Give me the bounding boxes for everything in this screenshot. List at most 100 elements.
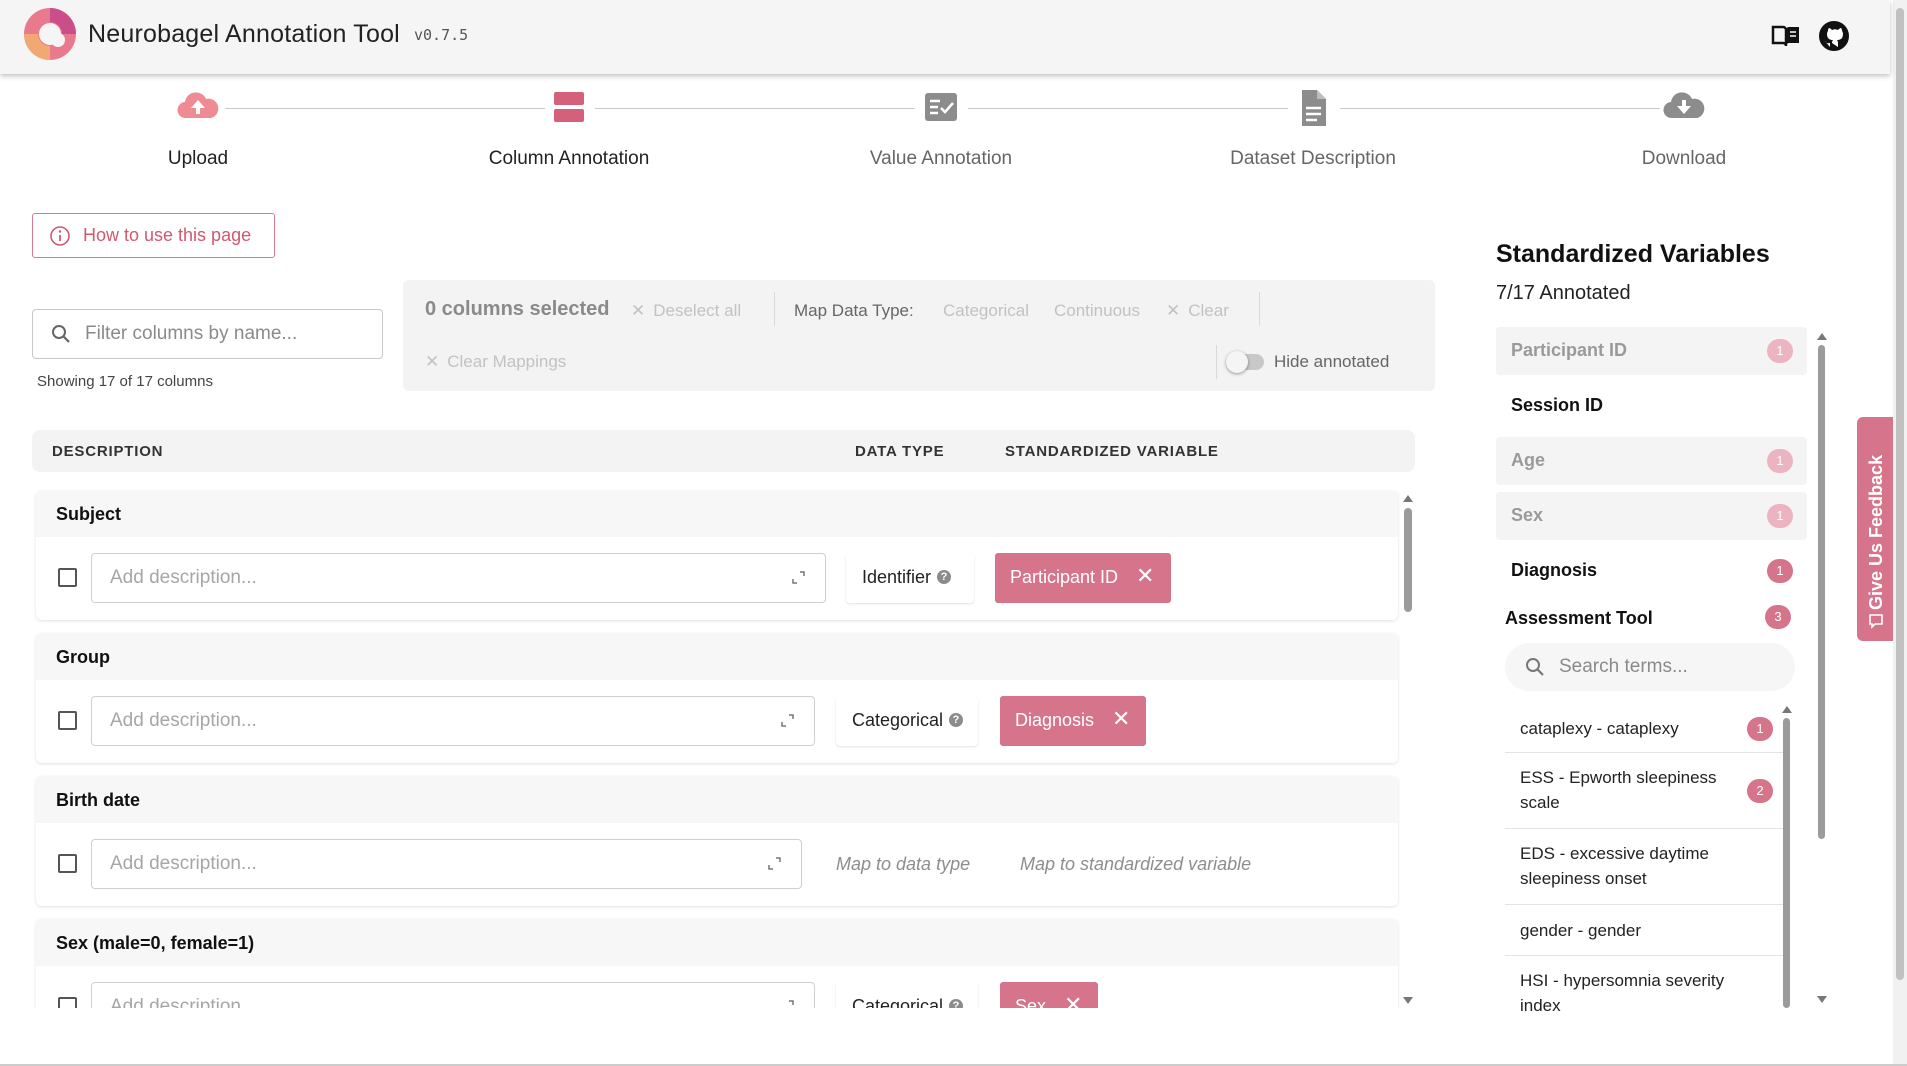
assessment-tool-label[interactable]: Assessment Tool — [1505, 608, 1653, 629]
column-name: Birth date — [36, 776, 1398, 823]
selected-count: 0 columns selected — [425, 298, 610, 320]
table-scrollbar[interactable] — [1404, 508, 1412, 612]
list-item[interactable]: EDS - excessive daytime sleepiness onset — [1505, 829, 1785, 905]
description-placeholder: Add description... — [110, 567, 257, 588]
remove-icon[interactable]: ✕ — [1112, 708, 1130, 746]
docs-book-icon[interactable] — [1770, 20, 1802, 52]
variable-participant-id[interactable]: Participant ID 1 — [1496, 327, 1807, 375]
scroll-up-arrow[interactable] — [1403, 495, 1413, 502]
list-item[interactable]: ESS - Epworth sleepiness scale 2 — [1505, 753, 1785, 829]
checklist-icon — [925, 93, 957, 121]
toggle-switch[interactable] — [1226, 351, 1264, 373]
row-checkbox[interactable] — [58, 854, 77, 873]
scroll-down-arrow[interactable] — [1403, 997, 1413, 1004]
row-checkbox[interactable] — [58, 568, 77, 587]
deselect-all-button[interactable]: ✕ Deselect all — [631, 301, 741, 321]
close-icon: ✕ — [631, 301, 646, 320]
description-field[interactable]: Add description... — [91, 982, 815, 1008]
help-icon[interactable]: ? — [937, 570, 952, 584]
term-label: ESS - Epworth sleepiness scale — [1520, 768, 1717, 812]
variable-label: Participant ID — [1511, 340, 1628, 360]
close-icon: ✕ — [1166, 301, 1181, 320]
data-type-chip[interactable]: Categorical ? — [836, 696, 978, 746]
categorical-button[interactable]: Categorical — [943, 301, 1029, 321]
expand-icon[interactable] — [792, 571, 805, 584]
table-header: DESCRIPTION DATA TYPE STANDARDIZED VARIA… — [32, 430, 1415, 472]
row-checkbox[interactable] — [58, 997, 77, 1008]
data-type-chip[interactable]: Categorical ? — [836, 982, 978, 1008]
description-field[interactable]: Add description... — [91, 839, 802, 889]
data-type-chip[interactable]: Identifier ? — [846, 553, 974, 603]
stepper: Upload Column Annotation Value Annotatio… — [0, 78, 1890, 188]
terms-scrollbar[interactable] — [1783, 718, 1790, 1008]
scroll-up-arrow[interactable] — [1817, 333, 1827, 340]
step-download[interactable]: Download — [1534, 86, 1834, 170]
clear-mappings-button[interactable]: ✕ Clear Mappings — [425, 352, 566, 372]
standardized-variable-chip[interactable]: Participant ID ✕ — [995, 553, 1171, 603]
feedback-icon — [1869, 614, 1883, 629]
divider — [1216, 345, 1217, 379]
variable-sex[interactable]: Sex 1 — [1496, 492, 1807, 540]
info-icon — [50, 225, 70, 246]
count-badge: 2 — [1747, 778, 1773, 803]
col-header-standardized-variable: STANDARDIZED VARIABLE — [1005, 443, 1219, 460]
map-data-type-placeholder[interactable]: Map to data type — [836, 854, 970, 875]
help-icon[interactable]: ? — [949, 999, 964, 1008]
panel-scrollbar[interactable] — [1818, 345, 1825, 839]
how-to-use-button[interactable]: How to use this page — [32, 213, 275, 258]
data-type-label: Categorical — [852, 710, 944, 730]
list-item[interactable]: gender - gender — [1505, 905, 1785, 956]
description-field[interactable]: Add description... — [91, 696, 815, 746]
remove-icon[interactable]: ✕ — [1136, 565, 1154, 603]
standardized-variable-chip[interactable]: Diagnosis ✕ — [1000, 696, 1146, 746]
page-scrollbar[interactable] — [1893, 0, 1907, 1066]
close-icon: ✕ — [425, 352, 440, 371]
feedback-label[interactable]: Give Us Feedback — [1866, 455, 1887, 610]
step-upload[interactable]: Upload — [48, 86, 348, 170]
how-to-use-label: How to use this page — [83, 225, 252, 245]
filter-columns-field[interactable] — [32, 309, 383, 359]
expand-icon[interactable] — [781, 714, 794, 727]
count-badge: 1 — [1767, 559, 1793, 583]
variable-label: Sex — [1511, 505, 1544, 525]
variable-age[interactable]: Age 1 — [1496, 437, 1807, 485]
term-search-input[interactable] — [1559, 656, 1779, 678]
step-dataset-description[interactable]: Dataset Description — [1163, 86, 1463, 170]
clear-button[interactable]: ✕ Clear — [1166, 301, 1229, 321]
term-label: HSI - hypersomnia severity index — [1520, 971, 1725, 1011]
variable-label: Session ID — [1511, 395, 1604, 415]
data-type-label: Identifier — [862, 567, 932, 587]
variable-label: Diagnosis — [1511, 560, 1598, 580]
hide-annotated-toggle[interactable]: Hide annotated — [1226, 351, 1389, 373]
list-item[interactable]: cataplexy - cataplexy 1 — [1505, 705, 1785, 753]
term-label: gender - gender — [1520, 921, 1641, 940]
scroll-down-arrow[interactable] — [1817, 996, 1827, 1003]
term-label: cataplexy - cataplexy — [1520, 719, 1679, 738]
neurobagel-logo — [24, 8, 76, 60]
search-icon — [1526, 658, 1544, 676]
page-scrollbar-thumb[interactable] — [1896, 8, 1904, 980]
map-standardized-variable-placeholder[interactable]: Map to standardized variable — [1020, 854, 1251, 875]
continuous-button[interactable]: Continuous — [1054, 301, 1140, 321]
step-value-annotation[interactable]: Value Annotation — [791, 86, 1091, 170]
variable-diagnosis[interactable]: Diagnosis 1 — [1496, 547, 1807, 595]
standardized-variable-label: Participant ID — [1010, 567, 1119, 587]
count-badge: 1 — [1767, 339, 1793, 363]
col-header-description: DESCRIPTION — [52, 443, 164, 460]
expand-icon[interactable] — [768, 857, 781, 870]
list-item[interactable]: HSI - hypersomnia severity index — [1505, 956, 1785, 1011]
standardized-variable-chip[interactable]: Sex ✕ — [1000, 982, 1098, 1008]
step-column-annotation[interactable]: Column Annotation — [419, 86, 719, 170]
variable-session-id[interactable]: Session ID — [1496, 382, 1807, 430]
divider — [1259, 292, 1260, 326]
help-icon[interactable]: ? — [949, 713, 964, 727]
filter-columns-input[interactable] — [85, 323, 375, 345]
expand-icon[interactable] — [781, 1000, 794, 1008]
term-search-field[interactable] — [1505, 643, 1795, 691]
github-icon[interactable] — [1818, 20, 1850, 52]
remove-icon[interactable]: ✕ — [1064, 994, 1082, 1009]
bulk-toolbar: 0 columns selected ✕ Deselect all Map Dat… — [403, 280, 1435, 391]
row-checkbox[interactable] — [58, 711, 77, 730]
scroll-up-arrow[interactable] — [1782, 706, 1792, 713]
description-field[interactable]: Add description... — [91, 553, 826, 603]
